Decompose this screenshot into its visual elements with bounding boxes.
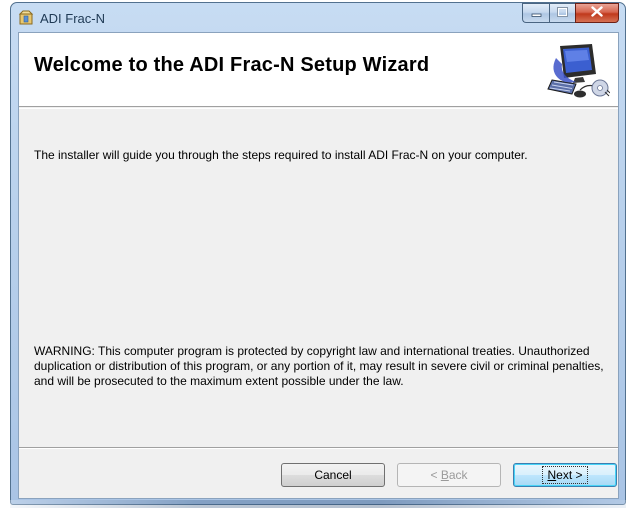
installer-window: ADI Frac-N Welcome to the ADI Frac-N Set… [10, 2, 626, 505]
back-button[interactable]: < Back [397, 463, 501, 487]
wizard-banner: Welcome to the ADI Frac-N Setup Wizard [19, 33, 618, 107]
back-button-prefix: < [430, 468, 441, 482]
maximize-button[interactable] [549, 3, 575, 23]
back-button-rest: ack [448, 468, 468, 482]
button-area-divider-highlight [19, 448, 618, 449]
computer-setup-icon [546, 40, 611, 102]
minimize-button[interactable] [522, 3, 549, 23]
back-button-label: < Back [430, 468, 467, 482]
maximize-icon [557, 4, 568, 22]
copyright-warning-text: WARNING: This computer program is protec… [34, 344, 604, 388]
installer-package-icon [18, 10, 34, 26]
title-bar[interactable]: ADI Frac-N [11, 3, 625, 32]
close-icon [591, 4, 603, 22]
close-button[interactable] [575, 3, 619, 23]
intro-text: The installer will guide you through the… [34, 148, 528, 162]
next-button-label: Next > [542, 466, 588, 484]
window-title: ADI Frac-N [40, 11, 105, 26]
cancel-button-label: Cancel [314, 468, 352, 482]
banner-divider [19, 108, 618, 109]
next-button[interactable]: Next > [513, 463, 617, 487]
next-button-rest: ext > [556, 468, 583, 482]
back-button-accelerator: B [440, 468, 449, 482]
caption-buttons [522, 3, 619, 23]
wizard-client-area: Welcome to the ADI Frac-N Setup Wizard T… [18, 32, 619, 499]
page-title: Welcome to the ADI Frac-N Setup Wizard [34, 54, 430, 76]
window-shadow-strip [10, 500, 626, 508]
cancel-button[interactable]: Cancel [281, 463, 385, 487]
minimize-icon [531, 4, 542, 22]
next-button-accelerator: N [547, 468, 557, 482]
